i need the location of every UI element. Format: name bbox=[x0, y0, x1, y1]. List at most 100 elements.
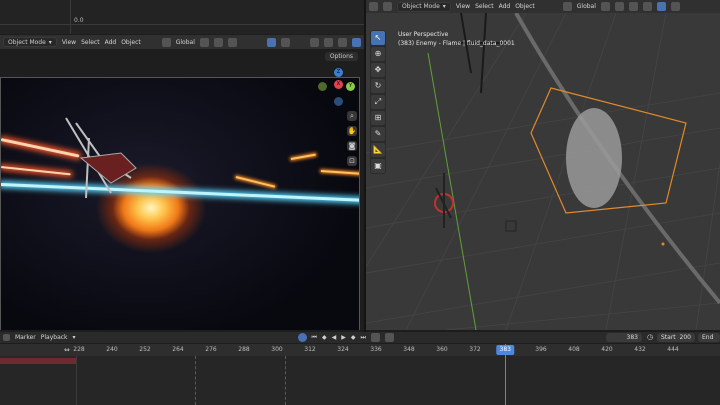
prev-keyframe-icon[interactable]: ◆ bbox=[322, 334, 327, 341]
frame-tick: 264 bbox=[172, 346, 184, 353]
frame-tick: 240 bbox=[106, 346, 118, 353]
annotate-icon[interactable]: ✎ bbox=[371, 127, 385, 141]
frame-tick: 252 bbox=[139, 346, 151, 353]
gizmo-z-axis[interactable]: Z bbox=[334, 68, 343, 77]
right-transform-orientation[interactable]: Global bbox=[577, 3, 596, 10]
left-transform-orientation[interactable]: Global bbox=[176, 39, 195, 46]
rotate-icon[interactable]: ↻ bbox=[371, 79, 385, 93]
select-cursor-icon[interactable]: ↖ bbox=[371, 31, 385, 45]
snap-icon[interactable] bbox=[213, 37, 223, 47]
viewport-info: User Perspective (383) Enemy - Flame | f… bbox=[398, 30, 515, 48]
frame-tick: 360 bbox=[436, 346, 448, 353]
pan-hand-icon[interactable]: ✋ bbox=[347, 126, 357, 136]
left-menu-object[interactable]: Object bbox=[121, 39, 141, 46]
pivot-icon[interactable] bbox=[199, 37, 209, 47]
frame-tick: 372 bbox=[469, 346, 481, 353]
shading-rendered-icon[interactable] bbox=[352, 37, 361, 47]
transform-orientation-icon bbox=[562, 2, 572, 11]
overlay-icon[interactable] bbox=[670, 2, 680, 11]
left-viewport-render[interactable]: Options Z X Y ⌕ ✋ ◙ ⊡ bbox=[0, 49, 364, 330]
left-menu-add[interactable]: Add bbox=[105, 39, 117, 46]
gizmo-y-axis[interactable]: Y bbox=[346, 82, 355, 91]
right-mode-select[interactable]: Object Mode ▾ bbox=[397, 1, 451, 12]
enemy-ship bbox=[65, 117, 137, 199]
tool-shelf: ↖ ⊕ ✥ ↻ ⤢ ⊞ ✎ 📐 ▣ bbox=[370, 30, 386, 174]
left-mode-label: Object Mode bbox=[8, 38, 46, 46]
measure-icon[interactable]: 📐 bbox=[371, 143, 385, 157]
end-frame-label: End bbox=[702, 334, 714, 341]
start-frame-label: Start bbox=[661, 334, 676, 341]
falloff-icon[interactable] bbox=[642, 2, 652, 11]
channel-divider bbox=[76, 356, 77, 405]
camera-icon[interactable]: ◙ bbox=[347, 141, 357, 151]
left-mode-select[interactable]: Object Mode ▾ bbox=[3, 37, 57, 47]
playhead-label[interactable]: 383 bbox=[496, 345, 514, 355]
transform-icon[interactable]: ⊞ bbox=[371, 111, 385, 125]
chevron-down-icon: ▾ bbox=[48, 38, 52, 46]
perspective-label: User Perspective bbox=[398, 31, 449, 38]
scroll-arrows-icon[interactable]: ⇔ bbox=[64, 346, 70, 354]
keying-set-icon[interactable] bbox=[370, 333, 380, 342]
add-cube-icon[interactable]: ▣ bbox=[371, 159, 385, 173]
proportional-edit-icon[interactable] bbox=[227, 37, 237, 47]
frame-tick: 324 bbox=[337, 346, 349, 353]
frame-tick: 300 bbox=[271, 346, 283, 353]
show-gizmo-icon[interactable] bbox=[656, 2, 666, 11]
xray-icon[interactable] bbox=[310, 37, 319, 47]
frame-tick: 312 bbox=[304, 346, 316, 353]
timeline-body[interactable] bbox=[0, 356, 720, 405]
right-menu-add[interactable]: Add bbox=[499, 3, 511, 10]
right-menu-object[interactable]: Object bbox=[515, 3, 535, 10]
options-button[interactable]: Options bbox=[324, 52, 358, 61]
timeline-menu-marker[interactable]: Marker bbox=[15, 334, 36, 341]
zoom-icon[interactable]: ⌕ bbox=[347, 111, 357, 121]
jump-end-icon[interactable]: ⏭ bbox=[360, 334, 365, 342]
left-menu-select[interactable]: Select bbox=[81, 39, 100, 46]
timeline-ruler[interactable]: ⇔ 228 240 252 264 276 288 300 312 324 336 348 360 37… bbox=[0, 344, 720, 356]
chevron-down-icon: ▾ bbox=[72, 334, 76, 341]
frame-tick: 288 bbox=[238, 346, 250, 353]
graph-editor-strip[interactable]: 0.0 bbox=[0, 0, 364, 34]
left-menu-view[interactable]: View bbox=[62, 39, 76, 46]
gizmo-x-axis[interactable]: X bbox=[334, 80, 343, 89]
timeline-menu-playback[interactable]: Playback bbox=[41, 334, 68, 341]
lock-icon[interactable]: ⊡ bbox=[347, 156, 357, 166]
play-reverse-icon[interactable]: ◀ bbox=[332, 334, 337, 341]
graph-axis-line bbox=[0, 24, 364, 25]
editor-type-icon[interactable] bbox=[3, 334, 10, 341]
right-menu-view[interactable]: View bbox=[456, 3, 470, 10]
graph-divider bbox=[70, 0, 71, 34]
gizmo-neg-y-axis[interactable] bbox=[318, 82, 327, 91]
current-frame-field[interactable]: 383 bbox=[606, 333, 642, 342]
editor-type-icon[interactable] bbox=[369, 2, 378, 11]
right-mode-label: Object Mode bbox=[402, 3, 440, 10]
right-viewport-header: Object Mode ▾ View Select Add Object Glob… bbox=[366, 0, 720, 13]
shading-solid-icon[interactable] bbox=[324, 37, 333, 47]
record-keyframe-icon[interactable] bbox=[297, 333, 307, 342]
move-icon[interactable]: ✥ bbox=[371, 63, 385, 77]
3d-cursor-icon[interactable]: ⊕ bbox=[371, 47, 385, 61]
channel-summary-row[interactable] bbox=[0, 358, 76, 364]
end-frame-field[interactable]: End bbox=[698, 333, 720, 342]
select-box-icon[interactable] bbox=[383, 2, 392, 11]
preview-range-line bbox=[195, 356, 196, 405]
right-menu-select[interactable]: Select bbox=[475, 3, 494, 10]
right-viewport-3d[interactable]: ↖ ⊕ ✥ ↻ ⤢ ⊞ ✎ 📐 ▣ User Perspective (383)… bbox=[366, 13, 720, 330]
frame-tick: 336 bbox=[370, 346, 382, 353]
ember-streak bbox=[235, 176, 276, 188]
scale-icon[interactable]: ⤢ bbox=[371, 95, 385, 109]
overlay-icon[interactable] bbox=[281, 37, 291, 47]
gizmo-neg-z-axis[interactable] bbox=[334, 97, 343, 106]
proportional-edit-icon[interactable] bbox=[628, 2, 638, 11]
play-icon[interactable]: ▶ bbox=[341, 334, 346, 341]
show-gizmo-icon[interactable] bbox=[267, 37, 277, 47]
pivot-icon[interactable] bbox=[600, 2, 610, 11]
start-frame-field[interactable]: Start 200 bbox=[657, 333, 695, 342]
preview-range-line bbox=[285, 356, 286, 405]
snap-icon[interactable] bbox=[614, 2, 624, 11]
jump-start-icon[interactable]: ⏮ bbox=[312, 334, 317, 342]
next-keyframe-icon[interactable]: ◆ bbox=[351, 334, 356, 341]
auto-keying-icon[interactable] bbox=[384, 333, 394, 342]
transform-orientation-icon bbox=[161, 37, 171, 47]
shading-material-icon[interactable] bbox=[338, 37, 347, 47]
